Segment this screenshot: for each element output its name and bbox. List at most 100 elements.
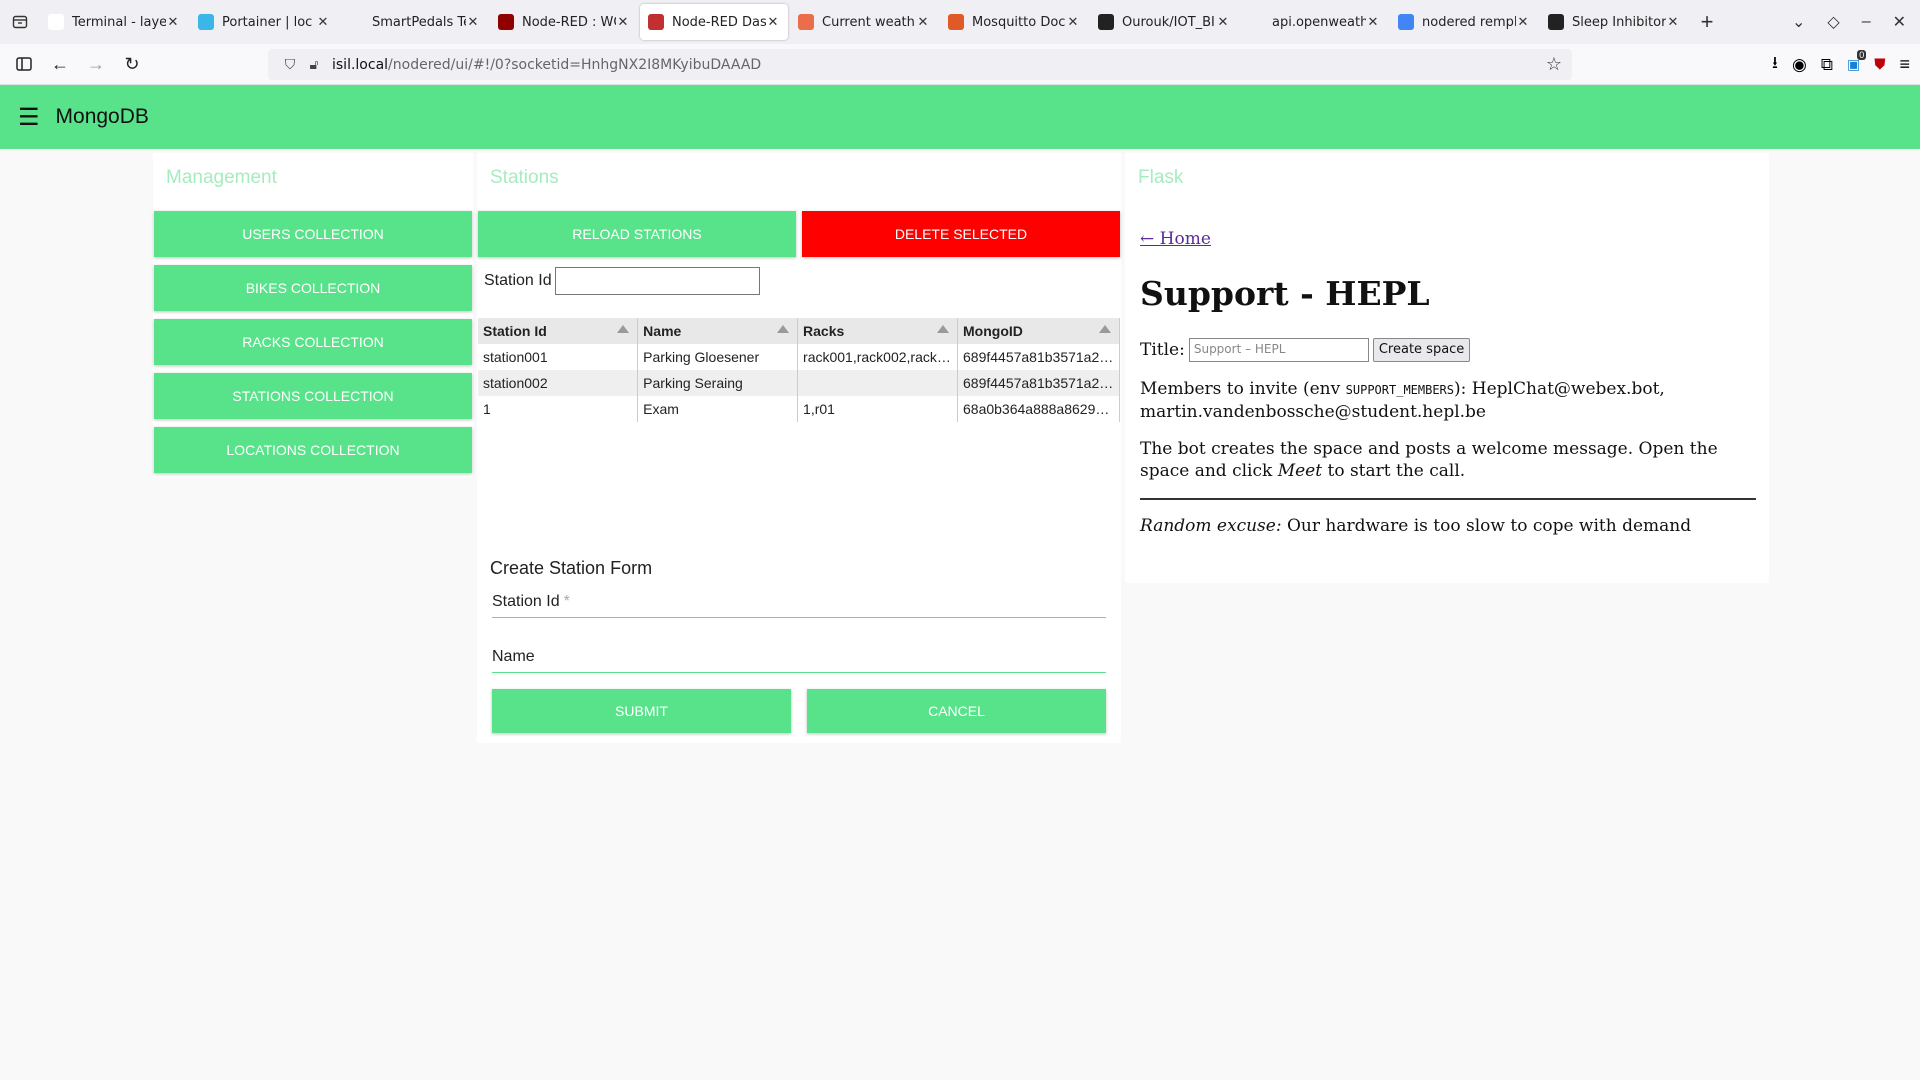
cell-racks xyxy=(797,370,958,396)
col-header-name[interactable]: Name xyxy=(637,318,799,344)
ublock-icon[interactable]: ⛊ xyxy=(1874,56,1885,73)
form-name-label: Name xyxy=(492,648,535,665)
flask-card: Flask ← Home Support - HEPL Title: Suppo… xyxy=(1125,153,1769,583)
stations-table: Station Id Name Racks MongoID station001… xyxy=(478,318,1120,422)
menu-icon[interactable]: ≡ xyxy=(1899,54,1910,75)
col-header-racks[interactable]: Racks xyxy=(797,318,958,344)
cancel-button[interactable]: CANCEL xyxy=(807,689,1106,733)
members-paragraph: Members to invite (env SUPPORT_MEMBERS):… xyxy=(1140,378,1760,423)
shield-icon[interactable]: ⛉ xyxy=(278,57,302,73)
back-icon[interactable]: ← xyxy=(42,46,78,82)
browser-tab[interactable]: SmartPedals Teste✕ xyxy=(340,4,488,40)
tab-title: Portainer | loc xyxy=(222,14,313,30)
cell-name: Exam xyxy=(637,396,799,422)
station-id-filter-label: Station Id xyxy=(484,272,552,289)
col-header-station-id[interactable]: Station Id xyxy=(478,318,639,344)
home-link[interactable]: ← Home xyxy=(1140,229,1211,249)
stations-collection-button[interactable]: STATIONS COLLECTION xyxy=(154,373,472,419)
bikes-collection-button[interactable]: BIKES COLLECTION xyxy=(154,265,472,311)
reload-stations-button[interactable]: RELOAD STATIONS xyxy=(478,211,796,257)
extension-badge-icon[interactable]: ▣ 0 xyxy=(1847,50,1867,73)
racks-collection-button[interactable]: RACKS COLLECTION xyxy=(154,319,472,365)
locations-collection-button[interactable]: LOCATIONS COLLECTION xyxy=(154,427,472,473)
col-header-mongoid[interactable]: MongoID xyxy=(957,318,1120,344)
support-heading: Support - HEPL xyxy=(1140,274,1430,313)
cell-racks: 1,r01 xyxy=(797,396,958,422)
bookmark-star-icon[interactable]: ☆ xyxy=(1546,54,1562,75)
title-label: Title: xyxy=(1140,340,1185,360)
tab-close-icon[interactable]: ✕ xyxy=(766,14,780,30)
browser-tab[interactable]: api.openweatherm✕ xyxy=(1240,4,1388,40)
browser-tab[interactable]: Node-RED : WO ✕ xyxy=(490,4,638,40)
browser-tab[interactable]: Sleep Inhibitor ✕ xyxy=(1540,4,1688,40)
tab-favicon-icon xyxy=(948,14,964,30)
station-id-filter-input[interactable] xyxy=(555,267,760,295)
stations-title: Stations xyxy=(490,167,559,188)
sort-asc-icon[interactable] xyxy=(617,325,630,333)
minimize-icon[interactable]: – xyxy=(1862,13,1871,31)
title-input[interactable]: Support – HEPL xyxy=(1188,338,1369,362)
users-collection-button[interactable]: USERS COLLECTION xyxy=(154,211,472,257)
tab-favicon-icon xyxy=(48,14,64,30)
tab-close-icon[interactable]: ✕ xyxy=(316,14,330,30)
excuse-text: Our hardware is too slow to cope with de… xyxy=(1281,516,1692,536)
extensions-icon[interactable]: ⧉ xyxy=(1821,55,1833,75)
downloads-icon[interactable]: ⭳ xyxy=(1772,50,1778,79)
create-space-button[interactable]: Create space xyxy=(1372,338,1471,362)
tab-title: SmartPedals Teste xyxy=(372,14,466,30)
forward-icon[interactable]: → xyxy=(78,46,114,82)
flask-title: Flask xyxy=(1138,167,1184,188)
browser-navbar: ← → ↻ ⛉ 🔓︎ isil.local/nodered/ui/#!/0?so… xyxy=(0,44,1920,85)
account-icon[interactable]: ◉ xyxy=(1792,55,1807,75)
browser-tab[interactable]: Current weath ✕ xyxy=(790,4,938,40)
lock-icon[interactable]: 🔓︎ xyxy=(302,57,326,73)
browser-tab[interactable]: Terminal - layer3@✕ xyxy=(40,4,188,40)
browser-tabbar: Terminal - layer3@✕Portainer | loc✕Smart… xyxy=(0,0,1920,44)
bot-text-2: to start the call. xyxy=(1322,461,1466,481)
tab-title: nodered rempl xyxy=(1422,14,1516,30)
tab-close-icon[interactable]: ✕ xyxy=(166,14,180,30)
table-row[interactable]: station002 Parking Seraing 689f4457a81b3… xyxy=(478,370,1120,396)
delete-selected-button[interactable]: DELETE SELECTED xyxy=(802,211,1120,257)
meet-emphasis: Meet xyxy=(1277,461,1323,481)
tab-title: api.openweatherm xyxy=(1272,14,1366,30)
hamburger-menu-icon[interactable]: ☰ xyxy=(18,103,40,132)
members-env-code: SUPPORT_MEMBERS xyxy=(1345,383,1455,397)
browser-tab[interactable]: nodered rempl ✕ xyxy=(1390,4,1538,40)
browser-tab[interactable]: Ourouk/IOT_BI ✕ xyxy=(1090,4,1238,40)
table-row[interactable]: station001 Parking Gloesener rack001,rac… xyxy=(478,344,1120,370)
tab-close-icon[interactable]: ✕ xyxy=(1516,14,1530,30)
tab-close-icon[interactable]: ✕ xyxy=(1066,14,1080,30)
url-host: isil.local xyxy=(332,56,389,73)
browser-tab[interactable]: Node-RED Dasl ✕ xyxy=(640,4,788,40)
sidebar-toggle-icon[interactable] xyxy=(6,46,42,82)
submit-button[interactable]: SUBMIT xyxy=(492,689,791,733)
cell-station-id: station002 xyxy=(478,370,639,396)
url-bar[interactable]: ⛉ 🔓︎ isil.local/nodered/ui/#!/0?socketid… xyxy=(268,49,1572,80)
close-window-icon[interactable]: ✕ xyxy=(1893,12,1906,32)
tab-favicon-icon xyxy=(198,14,214,30)
create-station-form-title: Create Station Form xyxy=(490,558,653,578)
app-title: MongoDB xyxy=(55,105,149,128)
tab-close-icon[interactable]: ✕ xyxy=(466,14,480,30)
reload-icon[interactable]: ↻ xyxy=(114,46,150,82)
form-station-id-field[interactable]: Station Id * xyxy=(492,586,1106,618)
tab-close-icon[interactable]: ✕ xyxy=(916,14,930,30)
tab-close-icon[interactable]: ✕ xyxy=(1366,14,1380,30)
tab-close-icon[interactable]: ✕ xyxy=(1216,14,1230,30)
sort-asc-icon[interactable] xyxy=(1099,325,1111,333)
cell-station-id: station001 xyxy=(478,344,639,370)
new-tab-button[interactable]: + xyxy=(1690,9,1724,35)
tab-overflow-chevron-icon[interactable]: ⌄ xyxy=(1792,12,1805,32)
picture-in-picture-icon[interactable]: ◇ xyxy=(1827,12,1839,32)
browser-tab[interactable]: Mosquitto Docl ✕ xyxy=(940,4,1088,40)
tab-list-icon[interactable] xyxy=(0,0,40,44)
sort-asc-icon[interactable] xyxy=(937,325,949,333)
table-row[interactable]: 1 Exam 1,r01 68a0b364a888a8629… xyxy=(478,396,1120,422)
sort-asc-icon[interactable] xyxy=(777,325,790,333)
tab-close-icon[interactable]: ✕ xyxy=(1666,14,1680,30)
form-name-field[interactable]: Name xyxy=(492,641,1106,673)
cell-racks: rack001,rack002,rack… xyxy=(797,344,958,370)
browser-tab[interactable]: Portainer | loc ✕ xyxy=(190,4,338,40)
tab-close-icon[interactable]: ✕ xyxy=(616,14,630,30)
